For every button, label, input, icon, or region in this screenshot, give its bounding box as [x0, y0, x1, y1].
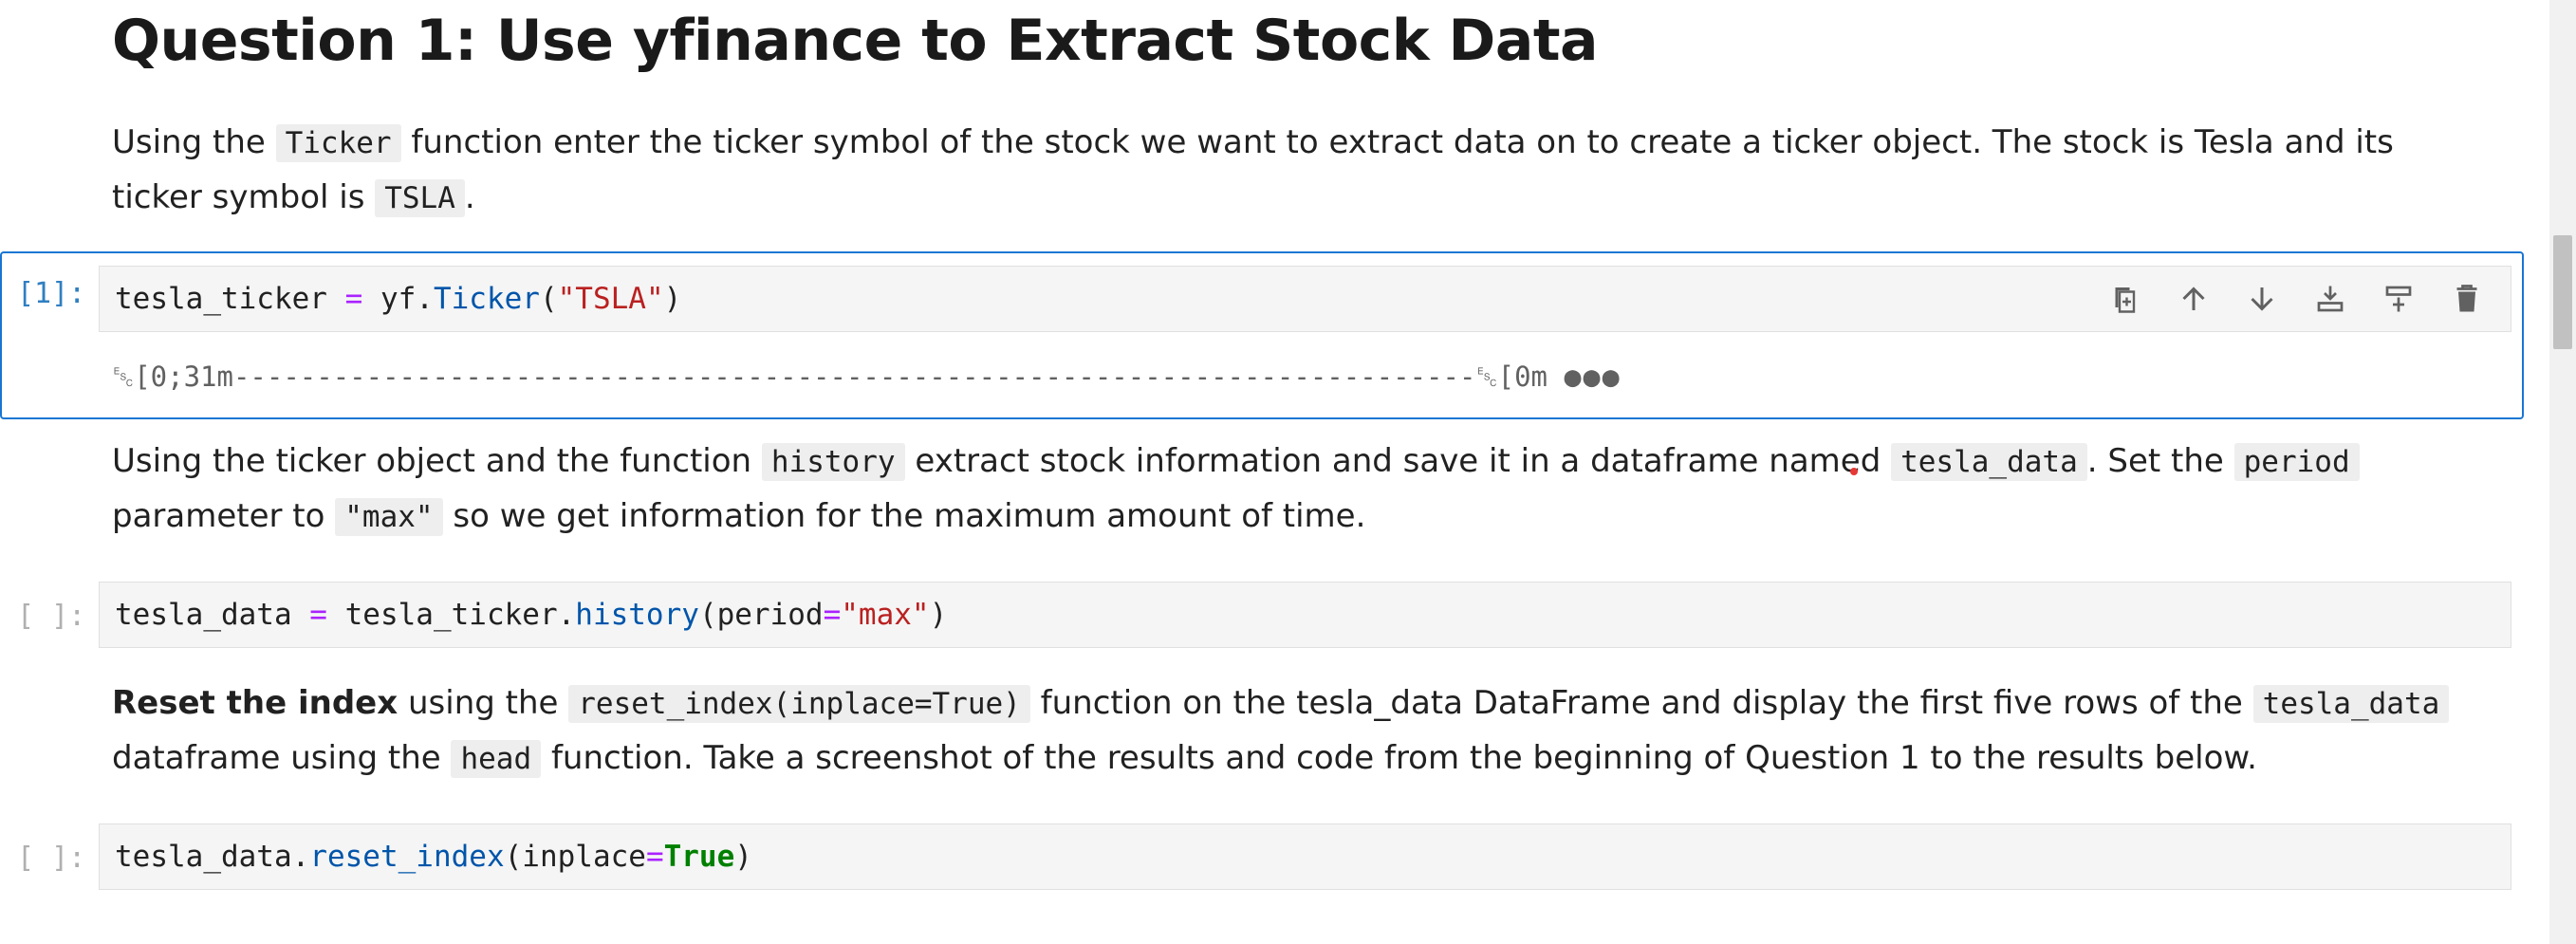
code-token: = [645, 840, 664, 874]
insert-above-icon[interactable] [2381, 280, 2416, 318]
code-editor[interactable]: tesla_data = tesla_ticker.history(period… [99, 582, 2511, 648]
text: . [464, 178, 475, 216]
code-token: ) [929, 598, 948, 632]
text: function on the tesla_data DataFrame and… [1040, 684, 2243, 722]
code-token: (period [698, 598, 824, 632]
text: parameter to [112, 497, 325, 535]
text: using the [407, 684, 559, 722]
bold-text: Reset the index [112, 684, 398, 722]
move-up-icon[interactable] [2177, 280, 2211, 318]
code-token: = [823, 598, 842, 632]
code-token: history [575, 598, 699, 632]
code-token: ) [663, 282, 682, 316]
inline-code-head: head [451, 740, 542, 778]
inline-code-period: period [2233, 443, 2360, 481]
text: . Set the [2086, 442, 2224, 480]
code-token: yf. [380, 282, 434, 316]
cell-prompt: [1]: [17, 277, 86, 310]
text: function. Take a screenshot of the resul… [550, 739, 2257, 777]
inline-code-tesla-data: tesla_data [1891, 443, 2087, 481]
vertical-scrollbar[interactable] [2549, 0, 2576, 944]
code-editor[interactable]: tesla_data.reset_index(inplace=True) [99, 824, 2511, 890]
inline-code-tsla: TSLA [375, 179, 465, 217]
code-token: ( [539, 282, 558, 316]
text: so we get information for the maximum am… [453, 497, 1366, 535]
cell-output: ␛[0;31m---------------------------------… [112, 353, 1622, 401]
cell-prompt: [ ]: [17, 842, 86, 875]
insert-below-icon[interactable] [2313, 280, 2347, 318]
inline-code-ticker: Ticker [275, 124, 401, 162]
code-token: "max" [841, 598, 930, 632]
code-token: tesla_ticker [115, 282, 327, 316]
code-token: tesla_data. [115, 840, 310, 874]
text: Using the ticker object and the function [112, 442, 752, 480]
code-token: tesla_data [115, 598, 292, 632]
markdown-cell-history: Using the ticker object and the function… [112, 435, 2472, 545]
inline-code-reset-index: reset_index(inplace=True) [568, 685, 1030, 723]
more-output-button[interactable]: ●●● [1564, 361, 1621, 394]
code-token: = [326, 282, 380, 316]
code-token: Ticker [433, 282, 540, 316]
markdown-cell-reset-index: Reset the index using the reset_index(in… [112, 676, 2472, 787]
heading-question-1: Question 1: Use yfinance to Extract Stoc… [112, 8, 1599, 74]
mouse-cursor [1850, 468, 1858, 475]
markdown-cell-intro: Using the Ticker function enter the tick… [112, 116, 2472, 226]
code-token: = [291, 598, 345, 632]
duplicate-icon[interactable] [2108, 280, 2142, 318]
delete-icon[interactable] [2450, 280, 2484, 318]
inline-code-tesla-data: tesla_data [2252, 685, 2450, 723]
inline-code-history: history [761, 443, 905, 481]
text: dataframe using the [112, 739, 441, 777]
code-editor[interactable]: tesla_ticker = yf.Ticker("TSLA") [99, 266, 2511, 332]
code-token: reset_index [309, 840, 505, 874]
output-text: ␛[0;31m---------------------------------… [112, 361, 1547, 393]
code-token: ) [734, 840, 752, 874]
inline-code-max: "max" [335, 498, 443, 536]
text: extract stock information and save it in… [915, 442, 1881, 480]
text: Using the [112, 123, 266, 161]
code-token: "TSLA" [557, 282, 664, 316]
cell-toolbar [2108, 267, 2484, 331]
code-token: tesla_ticker. [344, 598, 576, 632]
code-token: (inplace [504, 840, 646, 874]
scrollbar-thumb[interactable] [2553, 235, 2572, 349]
move-down-icon[interactable] [2245, 280, 2279, 318]
code-token: True [663, 840, 735, 874]
cell-prompt: [ ]: [17, 600, 86, 633]
